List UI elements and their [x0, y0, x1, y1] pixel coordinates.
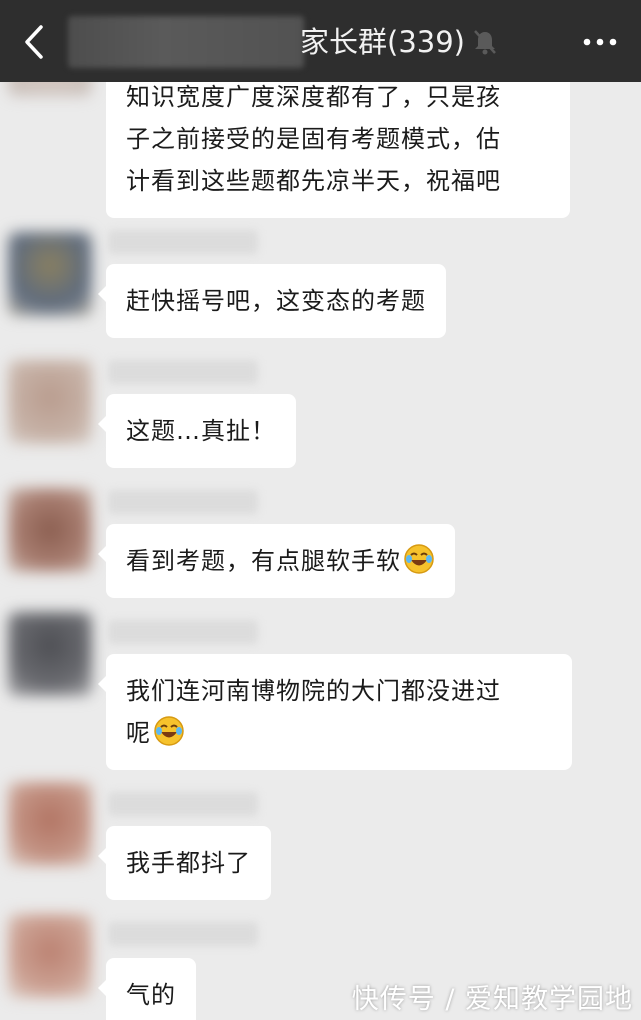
message-bubble[interactable]: 气的 — [98, 958, 196, 1020]
watermark: 快传号 / 爱知教学园地 — [351, 984, 633, 1015]
more-options-button[interactable] — [574, 22, 626, 62]
sender-name — [108, 490, 258, 514]
laughing-crying-emoji — [154, 716, 184, 746]
more-dots-icon — [583, 38, 617, 46]
message-text: 看到考题，有点腿软手软 — [126, 547, 401, 575]
avatar[interactable] — [8, 782, 92, 866]
message-text: 赶快摇号吧，这变态的考题 — [126, 287, 426, 315]
message-bubble[interactable]: 看到考题，有点腿软手软 — [98, 524, 455, 598]
sender-name — [108, 792, 258, 816]
sender-name — [108, 922, 258, 946]
avatar[interactable] — [8, 914, 92, 998]
message-line: 计看到这些题都先凉半天，祝福吧 — [126, 167, 501, 195]
chevron-left-icon — [25, 25, 43, 59]
message-line: 知识宽度广度深度都有了，只是孩 — [126, 83, 501, 111]
message-line: 呢 — [126, 719, 151, 747]
blurred-group-name — [68, 16, 304, 68]
avatar[interactable] — [8, 612, 92, 696]
message-bubble[interactable]: 我手都抖了 — [98, 826, 271, 900]
bell-muted-icon — [474, 30, 496, 55]
message-bubble[interactable]: 我们连河南博物院的大门都没进过 呢 — [98, 654, 572, 770]
avatar[interactable] — [8, 360, 92, 444]
back-button[interactable] — [14, 22, 54, 62]
message-text: 我手都抖了 — [126, 849, 251, 877]
message-text: 气的 — [126, 981, 176, 1009]
sender-name — [108, 360, 258, 384]
message-bubble[interactable]: 赶快摇号吧，这变态的考题 — [98, 264, 446, 338]
avatar[interactable] — [8, 82, 92, 96]
laughing-crying-emoji — [404, 544, 434, 574]
message-bubble[interactable]: 知识宽度广度深度都有了，只是孩 子之前接受的是固有考题模式，估 计看到这些题都先… — [106, 82, 570, 218]
sender-name — [108, 620, 258, 644]
avatar[interactable] — [8, 488, 92, 572]
sender-name — [108, 230, 258, 254]
group-title: 家长群(339) — [300, 25, 465, 59]
message-line: 子之前接受的是固有考题模式，估 — [126, 125, 501, 153]
message-list[interactable]: 知识宽度广度深度都有了，只是孩 子之前接受的是固有考题模式，估 计看到这些题都先… — [0, 82, 641, 1020]
avatar[interactable] — [8, 232, 92, 316]
message-line: 我们连河南博物院的大门都没进过 — [126, 677, 501, 705]
message-bubble[interactable]: 这题…真扯！ — [98, 394, 296, 468]
message-text: 这题…真扯！ — [126, 417, 276, 445]
chat-header: 家长群(339) — [0, 0, 641, 82]
